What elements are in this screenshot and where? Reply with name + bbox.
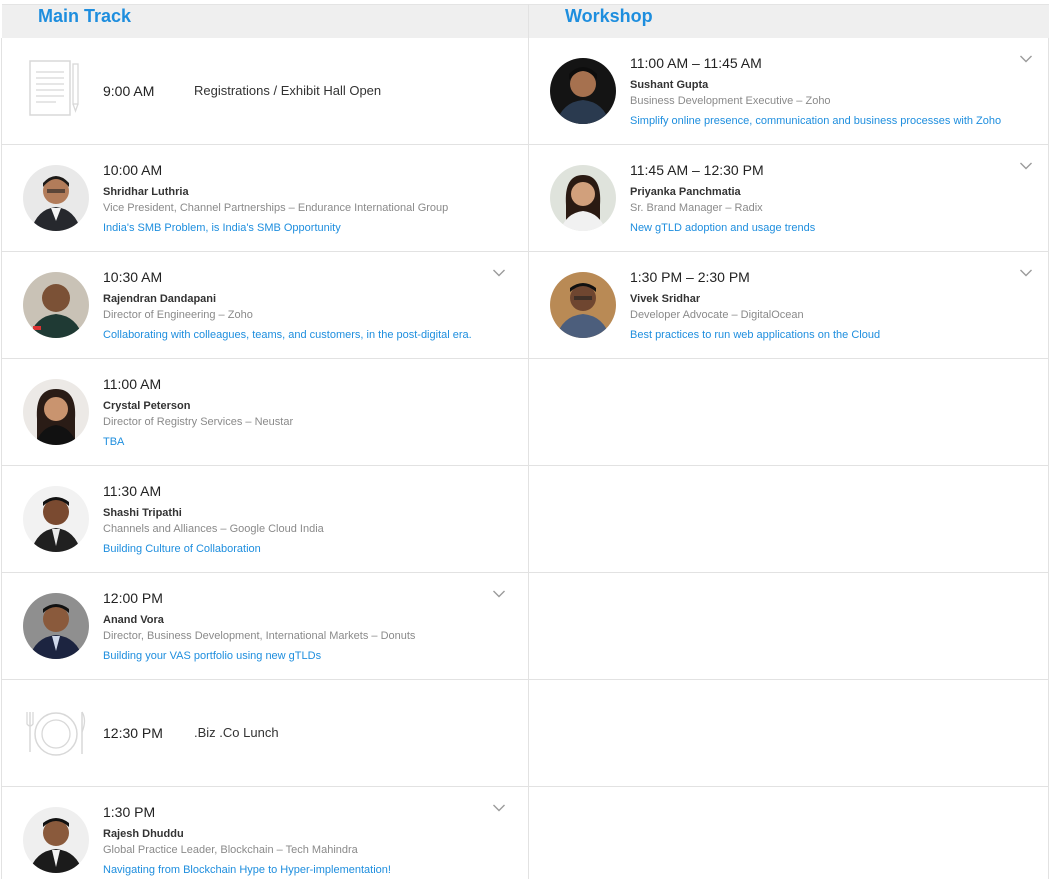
plate-cutlery-icon: [24, 702, 86, 762]
chevron-down-icon[interactable]: [1019, 54, 1033, 64]
avatar: [23, 593, 89, 659]
speaker-name: Anand Vora: [103, 614, 164, 626]
session-time: 11:00 AM: [103, 376, 162, 392]
workshop-row: 11:00 AM – 11:45 AM Sushant Gupta Busine…: [529, 38, 1048, 145]
session-row: 12:00 PM Anand Vora Director, Business D…: [2, 573, 528, 680]
session-row: 1:30 PM Rajesh Dhuddu Global Practice Le…: [2, 787, 528, 879]
avatar: [550, 165, 616, 231]
registration-label: Registrations / Exhibit Hall Open: [194, 83, 382, 98]
empty-slot: [529, 680, 1048, 787]
session-time: 1:30 PM – 2:30 PM: [630, 269, 750, 285]
empty-slot: [529, 466, 1048, 573]
session-time: 10:30 AM: [103, 269, 163, 285]
speaker-role: Developer Advocate – DigitalOcean: [630, 309, 804, 321]
session-row: 10:00 AM Shridhar Luthria Vice President…: [2, 145, 528, 252]
speaker-role: Business Development Executive – Zoho: [630, 95, 831, 107]
avatar: [23, 272, 89, 338]
registration-time: 9:00 AM: [103, 83, 155, 99]
speaker-role: Director of Registry Services – Neustar: [103, 416, 294, 428]
lunch-label: .Biz .Co Lunch: [194, 725, 279, 740]
session-time: 11:45 AM – 12:30 PM: [630, 162, 764, 178]
lunch-time: 12:30 PM: [103, 725, 163, 741]
avatar: [550, 58, 616, 124]
session-time: 1:30 PM: [103, 804, 156, 820]
speaker-name: Shashi Tripathi: [103, 507, 182, 519]
chevron-down-icon[interactable]: [492, 268, 506, 278]
chevron-down-icon[interactable]: [492, 589, 506, 599]
speaker-role: Director of Engineering – Zoho: [103, 309, 253, 321]
speaker-name: Priyanka Panchmatia: [630, 186, 741, 198]
speaker-role: Sr. Brand Manager – Radix: [630, 202, 763, 214]
avatar: [23, 379, 89, 445]
talk-title-link[interactable]: Building your VAS portfolio using new gT…: [103, 650, 321, 663]
registration-row: 9:00 AM Registrations / Exhibit Hall Ope…: [2, 38, 528, 145]
empty-slot: [529, 573, 1048, 680]
schedule-page: Main Track Workshop 9:00 AM Registration…: [0, 0, 1049, 879]
workshop-title: Workshop: [565, 6, 653, 26]
speaker-role: Global Practice Leader, Blockchain – Tec…: [103, 844, 358, 856]
speaker-role: Director, Business Development, Internat…: [103, 630, 416, 642]
talk-title-link[interactable]: TBA: [103, 436, 124, 449]
talk-title-link[interactable]: New gTLD adoption and usage trends: [630, 222, 815, 235]
session-time: 10:00 AM: [103, 162, 163, 178]
session-row: 10:30 AM Rajendran Dandapani Director of…: [2, 252, 528, 359]
talk-title-link[interactable]: Building Culture of Collaboration: [103, 543, 261, 556]
speaker-name: Sushant Gupta: [630, 79, 709, 91]
avatar: [23, 807, 89, 873]
tracks-header: Main Track Workshop: [2, 4, 1049, 38]
speaker-role: Vice President, Channel Partnerships – E…: [103, 202, 449, 214]
talk-title-link[interactable]: Best practices to run web applications o…: [630, 329, 880, 342]
document-icon: [24, 60, 86, 120]
avatar: [23, 165, 89, 231]
session-time: 12:00 PM: [103, 590, 163, 606]
talk-title-link[interactable]: Collaborating with colleagues, teams, an…: [103, 329, 472, 342]
speaker-name: Rajendran Dandapani: [103, 293, 217, 305]
avatar: [550, 272, 616, 338]
session-time: 11:30 AM: [103, 483, 162, 499]
chevron-down-icon[interactable]: [1019, 161, 1033, 171]
talk-title-link[interactable]: Simplify online presence, communication …: [630, 115, 1001, 128]
avatar: [23, 486, 89, 552]
speaker-name: Crystal Peterson: [103, 400, 191, 412]
lunch-row: 12:30 PM .Biz .Co Lunch: [2, 680, 528, 787]
workshop-row: 11:45 AM – 12:30 PM Priyanka Panchmatia …: [529, 145, 1048, 252]
chevron-down-icon[interactable]: [492, 803, 506, 813]
speaker-name: Rajesh Dhuddu: [103, 828, 184, 840]
talk-title-link[interactable]: Navigating from Blockchain Hype to Hyper…: [103, 864, 391, 877]
workshop-row: 1:30 PM – 2:30 PM Vivek Sridhar Develope…: [529, 252, 1048, 359]
session-row: 11:30 AM Shashi Tripathi Channels and Al…: [2, 466, 528, 573]
talk-title-link[interactable]: India's SMB Problem, is India's SMB Oppo…: [103, 222, 341, 235]
speaker-role: Channels and Alliances – Google Cloud In…: [103, 523, 324, 535]
speaker-name: Vivek Sridhar: [630, 293, 701, 305]
main-track-title: Main Track: [38, 6, 132, 26]
session-row: 11:00 AM Crystal Peterson Director of Re…: [2, 359, 528, 466]
chevron-down-icon[interactable]: [1019, 268, 1033, 278]
empty-slot: [529, 787, 1048, 879]
empty-slot: [529, 359, 1048, 466]
speaker-name: Shridhar Luthria: [103, 186, 189, 198]
session-time: 11:00 AM – 11:45 AM: [630, 55, 762, 71]
